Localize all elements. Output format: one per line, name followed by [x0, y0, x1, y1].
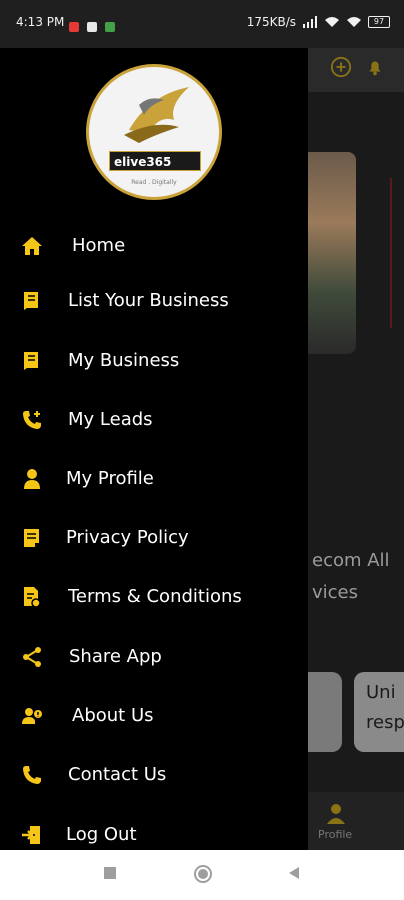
network-speed: 175KB/s: [246, 15, 296, 29]
background-bottom-nav: Profile: [308, 792, 404, 850]
menu-item-about-us[interactable]: About Us: [0, 694, 300, 738]
logo-brand: elive365: [109, 151, 201, 171]
book-icon: [24, 292, 38, 310]
logo-tagline: Read . Digitally: [131, 179, 177, 186]
terms-document-icon: [24, 587, 41, 608]
navigation-drawer: elive365 Read . Digitally Home List Your…: [0, 48, 308, 850]
bird-logo-icon: [124, 87, 189, 143]
battery-icon: 97: [368, 16, 390, 28]
share-icon: [23, 647, 41, 667]
home-icon: [22, 237, 42, 255]
person-icon: [327, 804, 345, 824]
menu-item-my-profile[interactable]: My Profile: [0, 457, 300, 501]
people-info-icon: [22, 708, 42, 724]
app-notification-icon: [87, 22, 98, 32]
chat-notification-icon: [105, 22, 116, 32]
menu-item-label: Log Out: [66, 824, 137, 845]
menu-item-label: Home: [72, 235, 126, 256]
background-app-header: [308, 48, 404, 92]
phone-plus-icon: [23, 411, 41, 429]
book-icon: [24, 352, 38, 370]
menu-item-label: Privacy Policy: [66, 527, 189, 548]
recent-apps-button[interactable]: [103, 866, 117, 880]
battery-level: 97: [373, 17, 385, 26]
app-logo: elive365 Read . Digitally: [86, 64, 222, 200]
menu-item-label: My Profile: [66, 468, 154, 489]
background-card: Uni resp: [354, 672, 404, 752]
background-text: vices: [312, 582, 359, 603]
wifi-icon: [347, 17, 361, 27]
logout-icon: [22, 826, 40, 844]
status-bar: 4:13 PM 175KB/s 97: [0, 0, 404, 48]
menu-item-privacy-policy[interactable]: Privacy Policy: [0, 516, 300, 560]
menu-item-label: List Your Business: [68, 290, 229, 311]
bell-icon: [369, 61, 381, 76]
menu-item-label: About Us: [72, 705, 154, 726]
status-time: 4:13 PM: [16, 15, 65, 29]
background-app-content: ecom All vices Uni resp Profile: [308, 48, 404, 850]
document-icon: [24, 529, 39, 547]
background-card: [308, 672, 342, 752]
background-divider: [390, 178, 392, 328]
system-navigation-bar: [0, 850, 404, 900]
add-circle-icon: [330, 56, 352, 78]
background-card-text: Uni: [366, 682, 396, 703]
signal-icon: [303, 16, 317, 28]
background-text: ecom All: [312, 550, 390, 571]
menu-item-my-leads[interactable]: My Leads: [0, 398, 300, 442]
menu-item-label: Terms & Conditions: [68, 586, 242, 607]
menu-item-share-app[interactable]: Share App: [0, 635, 300, 679]
youtube-notification-icon: [69, 22, 79, 32]
menu-item-label: Share App: [69, 646, 162, 667]
background-card-text: resp: [366, 712, 404, 733]
menu-item-terms-conditions[interactable]: Terms & Conditions: [0, 575, 300, 619]
background-nav-label: Profile: [318, 828, 353, 841]
menu-item-contact-us[interactable]: Contact Us: [0, 753, 300, 797]
person-icon: [24, 469, 40, 489]
menu-item-home[interactable]: Home: [0, 224, 300, 268]
wifi-icon: [325, 17, 339, 27]
menu-item-my-business[interactable]: My Business: [0, 339, 300, 383]
phone-icon: [23, 766, 41, 784]
menu-item-label: My Business: [68, 350, 180, 371]
menu-item-list-your-business[interactable]: List Your Business: [0, 279, 300, 323]
background-banner-image: [308, 152, 356, 354]
back-button[interactable]: [287, 866, 301, 880]
menu-item-label: My Leads: [68, 409, 153, 430]
home-button[interactable]: [193, 864, 213, 884]
menu-item-label: Contact Us: [68, 764, 167, 785]
